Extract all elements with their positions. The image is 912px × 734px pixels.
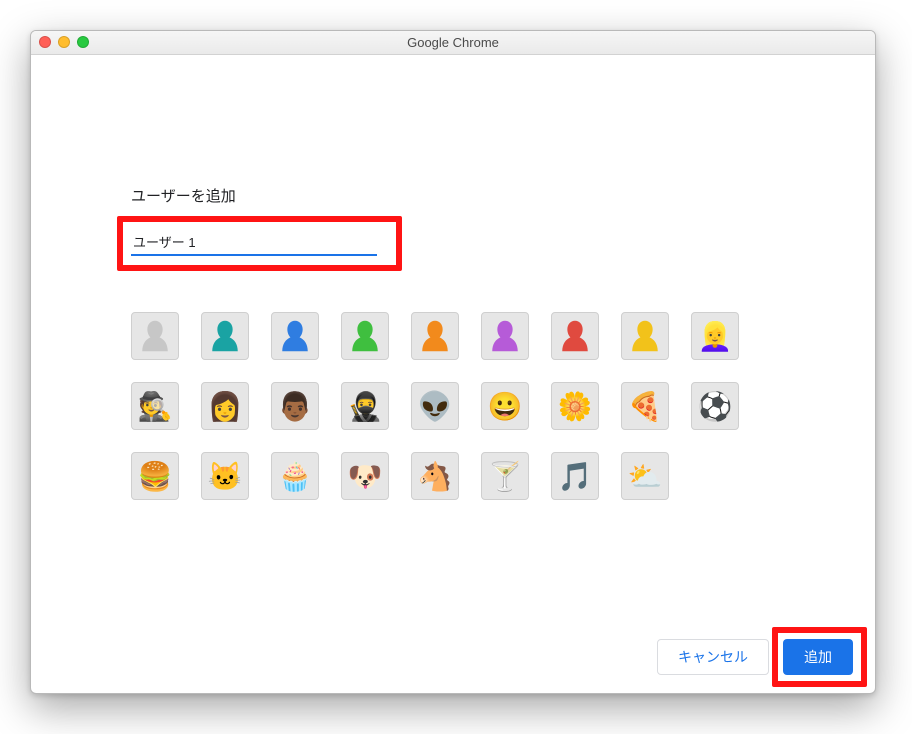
avatar-generic-teal[interactable] <box>201 312 249 360</box>
avatar-weather[interactable]: ⛅ <box>621 452 669 500</box>
avatar-man[interactable]: 👨🏾 <box>271 382 319 430</box>
avatar-cupcake[interactable]: 🧁 <box>271 452 319 500</box>
profile-name-input[interactable] <box>131 228 377 256</box>
avatar-generic-red[interactable] <box>551 312 599 360</box>
avatar-generic-yellow[interactable] <box>621 312 669 360</box>
avatar-burger[interactable]: 🍔 <box>131 452 179 500</box>
window-maximize-button[interactable] <box>77 36 89 48</box>
avatar-grid: 👱‍♀️ 🕵️ 👩 👨🏾 🥷 👽 😀 🌼 🍕 ⚽ 🍔 🐱 🧁 🐶 🐴 🍸 🎵 ⛅ <box>131 312 795 500</box>
avatar-agent[interactable]: 🕵️ <box>131 382 179 430</box>
avatar-soccer[interactable]: ⚽ <box>691 382 739 430</box>
avatar-woman[interactable]: 👩 <box>201 382 249 430</box>
avatar-generic-purple[interactable] <box>481 312 529 360</box>
avatar-flower[interactable]: 🌼 <box>551 382 599 430</box>
avatar-female-blonde[interactable]: 👱‍♀️ <box>691 312 739 360</box>
window-minimize-button[interactable] <box>58 36 70 48</box>
avatar-generic-grey[interactable] <box>131 312 179 360</box>
cancel-button[interactable]: キャンセル <box>657 639 769 675</box>
chrome-window: Google Chrome ユーザーを追加 👱‍♀️ 🕵️ 👩 👨🏾 🥷 👽 😀 🌼 🍕 ⚽ 🍔… <box>30 30 876 694</box>
avatar-cat[interactable]: 🐱 <box>201 452 249 500</box>
avatar-pizza[interactable]: 🍕 <box>621 382 669 430</box>
avatar-alien[interactable]: 👽 <box>411 382 459 430</box>
window-close-button[interactable] <box>39 36 51 48</box>
dialog-heading: ユーザーを追加 <box>131 185 795 206</box>
titlebar: Google Chrome <box>31 31 875 55</box>
avatar-generic-green[interactable] <box>341 312 389 360</box>
window-title: Google Chrome <box>407 35 499 50</box>
avatar-generic-blue[interactable] <box>271 312 319 360</box>
avatar-smiley[interactable]: 😀 <box>481 382 529 430</box>
avatar-cocktail[interactable]: 🍸 <box>481 452 529 500</box>
avatar-dog[interactable]: 🐶 <box>341 452 389 500</box>
add-user-dialog: ユーザーを追加 👱‍♀️ 🕵️👩👨🏾🥷👽😀🌼🍕⚽ 🍔🐱🧁🐶🐴🍸🎵⛅ キャンセル … <box>31 55 875 693</box>
avatar-generic-orange[interactable] <box>411 312 459 360</box>
avatar-music[interactable]: 🎵 <box>551 452 599 500</box>
avatar-ninja[interactable]: 🥷 <box>341 382 389 430</box>
add-button[interactable]: 追加 <box>783 639 853 675</box>
avatar-horse[interactable]: 🐴 <box>411 452 459 500</box>
